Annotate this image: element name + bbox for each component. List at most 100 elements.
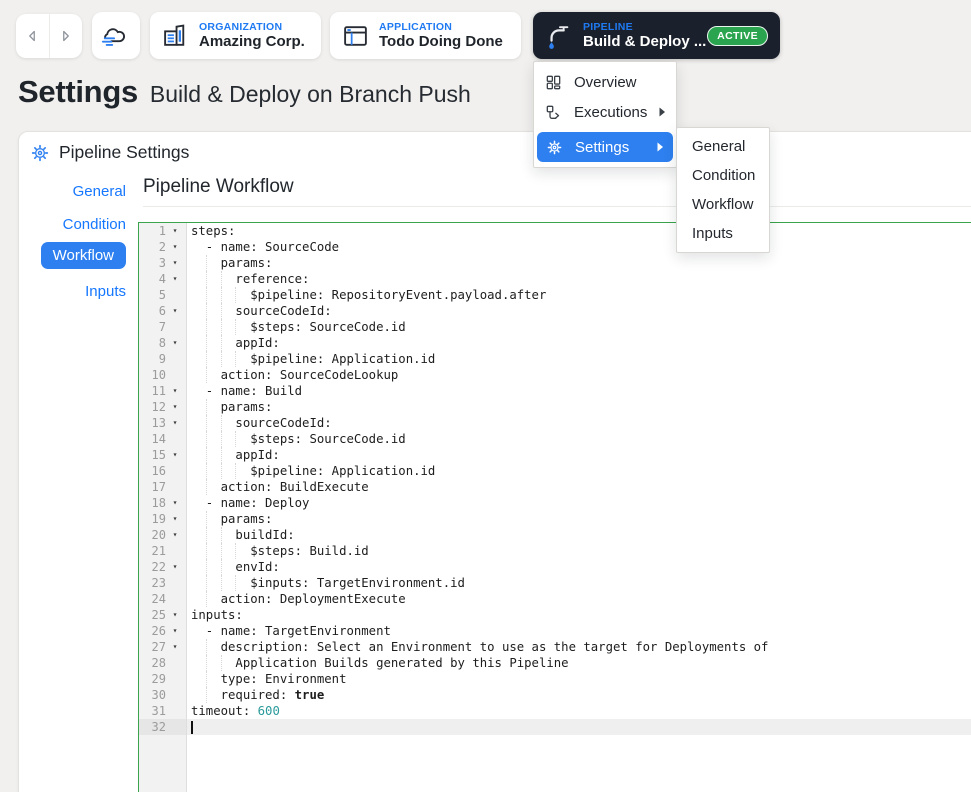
home-logo-button[interactable]	[92, 12, 140, 59]
fold-arrow-icon[interactable]: ▾	[166, 335, 184, 351]
line-number: 18	[139, 496, 166, 510]
indent-guide	[221, 543, 222, 559]
line-number: 24	[139, 592, 166, 606]
code-line[interactable]: appId:	[187, 447, 971, 463]
code-line[interactable]: reference:	[187, 271, 971, 287]
code-line[interactable]: sourceCodeId:	[187, 415, 971, 431]
code-line[interactable]: action: DeploymentExecute	[187, 591, 971, 607]
fold-arrow-icon[interactable]: ▾	[166, 383, 184, 399]
indent-guide	[206, 655, 207, 671]
code-line[interactable]: type: Environment	[187, 671, 971, 687]
code-line[interactable]: - name: Deploy	[187, 495, 971, 511]
fold-arrow-icon[interactable]: ▾	[166, 223, 184, 239]
menu-item-settings[interactable]: Settings	[537, 132, 673, 162]
code-line[interactable]: $steps: SourceCode.id	[187, 431, 971, 447]
application-card[interactable]: APPLICATION Todo Doing Done	[330, 12, 521, 59]
code-line[interactable]: - name: TargetEnvironment	[187, 623, 971, 639]
indent-guide	[235, 431, 236, 447]
code-line[interactable]: timeout: 600	[187, 703, 971, 719]
fold-arrow-icon[interactable]: ▾	[166, 623, 184, 639]
sidebar-item-condition[interactable]: Condition	[63, 216, 126, 233]
code-line[interactable]: $pipeline: RepositoryEvent.payload.after	[187, 287, 971, 303]
line-number: 9	[139, 352, 166, 366]
indent-guide	[221, 303, 222, 319]
submenu-item-inputs[interactable]: Inputs	[677, 219, 769, 248]
sidebar-item-inputs[interactable]: Inputs	[85, 283, 126, 300]
line-number: 29	[139, 672, 166, 686]
line-number: 27	[139, 640, 166, 654]
indent-guide	[206, 271, 207, 287]
menu-item-executions[interactable]: Executions	[534, 97, 676, 127]
code-line[interactable]: required: true	[187, 687, 971, 703]
code-line[interactable]: envId:	[187, 559, 971, 575]
code-line[interactable]: $steps: Build.id	[187, 543, 971, 559]
code-line[interactable]: buildId:	[187, 527, 971, 543]
indent-guide	[206, 575, 207, 591]
fold-arrow-icon[interactable]: ▾	[166, 527, 184, 543]
code-line[interactable]: $pipeline: Application.id	[187, 351, 971, 367]
fold-arrow-icon[interactable]: ▾	[166, 399, 184, 415]
code-line[interactable]: $inputs: TargetEnvironment.id	[187, 575, 971, 591]
code-line[interactable]: params:	[187, 511, 971, 527]
back-button[interactable]	[16, 14, 49, 58]
indent-guide	[221, 575, 222, 591]
code-line[interactable]: action: BuildExecute	[187, 479, 971, 495]
fold-arrow-icon[interactable]: ▾	[166, 415, 184, 431]
overview-icon	[545, 74, 562, 91]
indent-guide	[206, 367, 207, 383]
code-line[interactable]: appId:	[187, 335, 971, 351]
indent-guide	[235, 463, 236, 479]
code-line[interactable]: sourceCodeId:	[187, 303, 971, 319]
yaml-code-editor[interactable]: 1▾2▾3▾4▾56▾78▾91011▾12▾13▾1415▾161718▾19…	[138, 222, 971, 792]
line-number: 17	[139, 480, 166, 494]
code-line[interactable]: params:	[187, 255, 971, 271]
line-number: 32	[139, 720, 166, 734]
code-line[interactable]: $steps: SourceCode.id	[187, 319, 971, 335]
fold-arrow-icon[interactable]: ▾	[166, 271, 184, 287]
submenu-item-condition[interactable]: Condition	[677, 161, 769, 190]
indent-guide	[206, 639, 207, 655]
code-line[interactable]: Application Builds generated by this Pip…	[187, 655, 971, 671]
fold-arrow-icon[interactable]: ▾	[166, 495, 184, 511]
line-number: 21	[139, 544, 166, 558]
fold-arrow-icon[interactable]: ▾	[166, 255, 184, 271]
sidebar-item-general[interactable]: General	[73, 183, 126, 200]
indent-guide	[221, 655, 222, 671]
code-line[interactable]: - name: Build	[187, 383, 971, 399]
fold-arrow-icon[interactable]: ▾	[166, 511, 184, 527]
organization-card[interactable]: ORGANIZATION Amazing Corp.	[150, 12, 321, 59]
fold-arrow-icon[interactable]: ▾	[166, 239, 184, 255]
forward-button[interactable]	[49, 14, 83, 58]
fold-arrow-icon[interactable]: ▾	[166, 559, 184, 575]
fold-arrow-icon[interactable]: ▾	[166, 607, 184, 623]
fold-arrow-icon[interactable]: ▾	[166, 447, 184, 463]
menu-item-overview[interactable]: Overview	[534, 67, 676, 97]
code-lines[interactable]: steps: - name: SourceCode params: refere…	[187, 223, 971, 792]
submenu-item-workflow[interactable]: Workflow	[677, 190, 769, 219]
line-number: 14	[139, 432, 166, 446]
indent-guide	[206, 447, 207, 463]
code-line[interactable]: $pipeline: Application.id	[187, 463, 971, 479]
indent-guide	[221, 415, 222, 431]
code-line[interactable]: description: Select an Environment to us…	[187, 639, 971, 655]
code-line[interactable]: - name: SourceCode	[187, 239, 971, 255]
code-line[interactable]: params:	[187, 399, 971, 415]
submenu-item-general[interactable]: General	[677, 132, 769, 161]
indent-guide	[206, 431, 207, 447]
line-number: 12	[139, 400, 166, 414]
indent-guide	[206, 415, 207, 431]
line-number: 19	[139, 512, 166, 526]
pipeline-card[interactable]: PIPELINE Build & Deploy ... ACTIVE	[533, 12, 780, 59]
faucet-icon	[545, 22, 573, 50]
code-line[interactable]: inputs:	[187, 607, 971, 623]
indent-guide	[235, 287, 236, 303]
indent-guide	[206, 479, 207, 495]
fold-arrow-icon[interactable]: ▾	[166, 639, 184, 655]
code-line[interactable]: action: SourceCodeLookup	[187, 367, 971, 383]
sidebar-item-workflow[interactable]: Workflow	[41, 242, 126, 269]
code-line[interactable]: steps:	[187, 223, 971, 239]
fold-arrow-icon[interactable]: ▾	[166, 303, 184, 319]
indent-guide	[206, 287, 207, 303]
indent-guide	[235, 319, 236, 335]
code-line[interactable]	[187, 719, 971, 735]
